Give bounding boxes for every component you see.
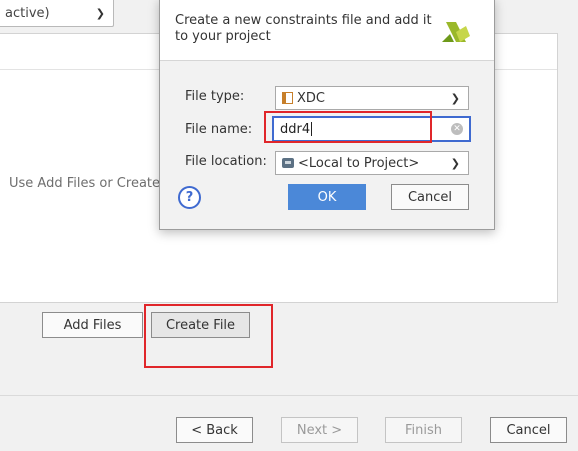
file-location-label: File location: — [185, 154, 267, 169]
file-name-label: File name: — [185, 122, 253, 137]
help-icon[interactable]: ? — [178, 186, 201, 209]
file-type-value: XDC — [297, 90, 325, 106]
footer-divider — [0, 395, 578, 396]
xdc-file-icon — [282, 92, 293, 104]
finish-button[interactable]: Finish — [385, 417, 462, 443]
vivado-logo-icon — [442, 22, 470, 42]
back-label: < Back — [191, 422, 238, 438]
local-disk-icon — [282, 158, 294, 168]
dialog-cancel-button[interactable]: Cancel — [391, 184, 469, 210]
top-select-value: active) — [5, 5, 50, 21]
ok-button[interactable]: OK — [288, 184, 366, 210]
dialog-cancel-label: Cancel — [407, 189, 453, 205]
clear-icon[interactable]: ✕ — [451, 123, 463, 135]
next-button[interactable]: Next > — [281, 417, 358, 443]
file-type-select[interactable]: XDC ❯ — [275, 86, 469, 110]
ok-label: OK — [317, 189, 337, 205]
create-file-highlight — [144, 304, 273, 368]
create-constraints-dialog: Create a new constraints file and add it… — [159, 0, 495, 230]
next-label: Next > — [296, 422, 343, 438]
add-files-label: Add Files — [63, 317, 122, 333]
file-location-value: <Local to Project> — [298, 155, 420, 171]
dialog-header: Create a new constraints file and add it… — [160, 0, 494, 61]
cancel-button[interactable]: Cancel — [490, 417, 567, 443]
file-name-highlight — [264, 111, 432, 143]
empty-hint-text: Use Add Files or Create — [9, 176, 161, 191]
file-type-label: File type: — [185, 89, 245, 104]
chevron-down-icon: ❯ — [95, 6, 105, 20]
add-files-button[interactable]: Add Files — [42, 312, 143, 338]
top-select[interactable]: active) ❯ — [0, 0, 114, 27]
chevron-down-icon: ❯ — [450, 156, 460, 170]
dialog-description: Create a new constraints file and add it… — [175, 13, 432, 44]
finish-label: Finish — [404, 422, 442, 438]
chevron-down-icon: ❯ — [450, 91, 460, 105]
back-button[interactable]: < Back — [176, 417, 253, 443]
cancel-label: Cancel — [506, 422, 551, 438]
file-location-select[interactable]: <Local to Project> ❯ — [275, 151, 469, 175]
